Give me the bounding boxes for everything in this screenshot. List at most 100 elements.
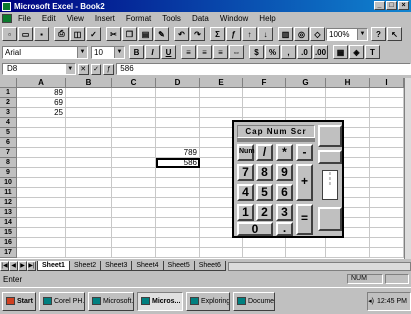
cell-a4[interactable] (17, 118, 66, 128)
cell-i7[interactable] (370, 148, 404, 158)
cell-c7[interactable] (112, 148, 156, 158)
first-sheet-icon[interactable]: |◀ (0, 261, 9, 271)
cell-f2[interactable] (243, 98, 286, 108)
percent-icon[interactable]: % (265, 45, 280, 59)
row-header[interactable]: 5 (0, 128, 17, 138)
cell-c8[interactable] (112, 158, 156, 168)
cell-i1[interactable] (370, 88, 404, 98)
cell-b1[interactable] (66, 88, 112, 98)
cell-a13[interactable] (17, 208, 66, 218)
chevron-down-icon[interactable]: ▼ (77, 46, 87, 58)
horizontal-scrollbar[interactable] (227, 261, 411, 271)
cell-e17[interactable] (200, 248, 243, 258)
column-header-e[interactable]: E (200, 78, 243, 88)
cell-a1[interactable]: 89 (17, 88, 66, 98)
key-5[interactable]: 5 (256, 184, 273, 201)
menu-window[interactable]: Window (220, 14, 248, 23)
cell-i17[interactable] (370, 248, 404, 258)
row-header[interactable]: 13 (0, 208, 17, 218)
cell-b15[interactable] (66, 228, 112, 238)
underline-icon[interactable]: U (161, 45, 176, 59)
chart-wizard-icon[interactable]: ▥ (278, 27, 293, 41)
cell-i12[interactable] (370, 198, 404, 208)
cell-b12[interactable] (66, 198, 112, 208)
menu-view[interactable]: View (67, 14, 84, 23)
cell-b5[interactable] (66, 128, 112, 138)
tab-sheet2[interactable]: Sheet2 (68, 261, 102, 271)
cell-c14[interactable] (112, 218, 156, 228)
tab-sheet6[interactable]: Sheet6 (193, 261, 226, 271)
cell-g17[interactable] (286, 248, 326, 258)
menu-help[interactable]: Help (259, 14, 275, 23)
cell-c6[interactable] (112, 138, 156, 148)
document-control-icon[interactable] (2, 14, 12, 23)
function-icon[interactable]: ƒ (103, 63, 115, 75)
cell-d14[interactable] (156, 218, 200, 228)
cell-i14[interactable] (370, 218, 404, 228)
cell-c15[interactable] (112, 228, 156, 238)
new-file-icon[interactable]: ▫ (2, 27, 17, 41)
format-painter-icon[interactable]: ✎ (154, 27, 169, 41)
cell-g3[interactable] (286, 108, 326, 118)
cell-i5[interactable] (370, 128, 404, 138)
help-pointer-icon[interactable]: ↖ (387, 27, 402, 41)
cell-h1[interactable] (326, 88, 370, 98)
cell-d2[interactable] (156, 98, 200, 108)
cell-b6[interactable] (66, 138, 112, 148)
key-2[interactable]: 2 (256, 204, 273, 221)
cell-d12[interactable] (156, 198, 200, 208)
font-size-select[interactable]: 10 ▼ (91, 45, 125, 59)
currency-icon[interactable]: $ (249, 45, 264, 59)
font-select[interactable]: Arial ▼ (2, 45, 88, 59)
menu-tools[interactable]: Tools (162, 14, 181, 23)
key-9[interactable]: 9 (276, 164, 293, 181)
cell-e16[interactable] (200, 238, 243, 248)
increase-decimal-icon[interactable]: .0 (297, 45, 312, 59)
cell-i11[interactable] (370, 188, 404, 198)
cell-h17[interactable] (326, 248, 370, 258)
row-header[interactable]: 12 (0, 198, 17, 208)
merge-center-icon[interactable]: ⇔ (229, 45, 244, 59)
cell-c3[interactable] (112, 108, 156, 118)
menu-data[interactable]: Data (192, 14, 209, 23)
open-folder-icon[interactable]: ▭ (18, 27, 33, 41)
cell-d9[interactable] (156, 168, 200, 178)
column-header-h[interactable]: H (326, 78, 370, 88)
borders-icon[interactable]: ▦ (333, 45, 348, 59)
cell-b14[interactable] (66, 218, 112, 228)
drawing-icon[interactable]: ◇ (310, 27, 325, 41)
function-wizard-icon[interactable]: ƒ (226, 27, 241, 41)
redo-icon[interactable]: ↷ (190, 27, 205, 41)
cell-c12[interactable] (112, 198, 156, 208)
formula-input[interactable]: 586 (116, 63, 411, 75)
row-header[interactable]: 15 (0, 228, 17, 238)
bold-icon[interactable]: B (129, 45, 144, 59)
row-header[interactable]: 17 (0, 248, 17, 258)
subtract-key[interactable]: - (296, 144, 313, 161)
cell-d15[interactable] (156, 228, 200, 238)
print-icon[interactable]: ⎙ (54, 27, 69, 41)
cell-a11[interactable] (17, 188, 66, 198)
menu-insert[interactable]: Insert (95, 14, 115, 23)
cell-c11[interactable] (112, 188, 156, 198)
cell-g2[interactable] (286, 98, 326, 108)
save-icon[interactable]: ▪ (34, 27, 49, 41)
cell-b2[interactable] (66, 98, 112, 108)
align-left-icon[interactable]: ≡ (181, 45, 196, 59)
cell-h3[interactable] (326, 108, 370, 118)
vertical-scrollbar[interactable] (404, 78, 411, 259)
cell-b17[interactable] (66, 248, 112, 258)
column-header-a[interactable]: A (17, 78, 66, 88)
cell-b11[interactable] (66, 188, 112, 198)
row-header[interactable]: 1 (0, 88, 17, 98)
taskbar-item[interactable]: Corel PH... (39, 291, 85, 311)
cell-a15[interactable] (17, 228, 66, 238)
minimize-button[interactable]: _ (374, 1, 385, 10)
key-8[interactable]: 8 (256, 164, 273, 181)
cell-a16[interactable] (17, 238, 66, 248)
keypad-minimize-icon[interactable] (318, 207, 342, 231)
key-3[interactable]: 3 (276, 204, 293, 221)
cell-i4[interactable] (370, 118, 404, 128)
copy-icon[interactable]: ❐ (122, 27, 137, 41)
column-header-c[interactable]: C (112, 78, 156, 88)
